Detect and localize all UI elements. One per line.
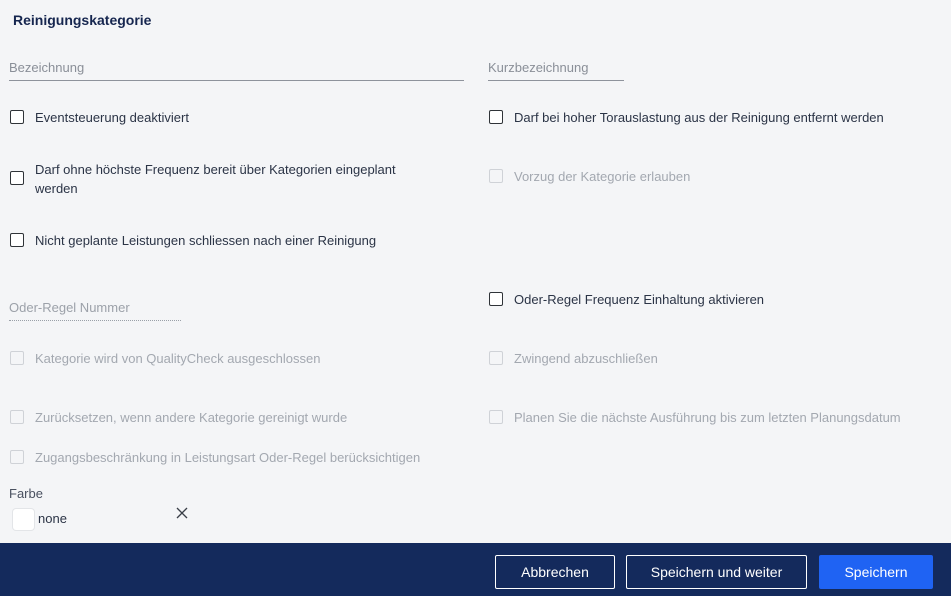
- checkbox-box[interactable]: [489, 292, 503, 306]
- color-swatch[interactable]: [13, 509, 34, 530]
- color-label: Farbe: [9, 486, 43, 501]
- kurzbezeichnung-field[interactable]: Kurzbezeichnung: [488, 60, 624, 81]
- save-button[interactable]: Speichern: [819, 555, 933, 589]
- checkbox-box[interactable]: [10, 450, 24, 464]
- checkbox-box[interactable]: [10, 171, 24, 185]
- qualitycheck-checkbox[interactable]: Kategorie wird von QualityCheck ausgesch…: [10, 349, 320, 368]
- checkbox-label: Planen Sie die nächste Ausführung bis zu…: [514, 410, 901, 425]
- checkbox-box[interactable]: [10, 110, 24, 124]
- form-title: Reinigungskategorie: [13, 12, 152, 28]
- cancel-button[interactable]: Abbrechen: [495, 555, 615, 589]
- checkbox-box[interactable]: [10, 351, 24, 365]
- checkbox-label: Eventsteuerung deaktiviert: [35, 110, 189, 125]
- checkbox-label: Kategorie wird von QualityCheck ausgesch…: [35, 351, 321, 366]
- vorzug-checkbox[interactable]: Vorzug der Kategorie erlauben: [489, 167, 690, 186]
- checkbox-label: Nicht geplante Leistungen schliessen nac…: [35, 233, 377, 248]
- oder-regel-nummer-field[interactable]: Oder-Regel Nummer: [9, 300, 181, 321]
- bezeichnung-field[interactable]: Bezeichnung: [9, 60, 464, 81]
- checkbox-box[interactable]: [489, 110, 503, 124]
- eventsteuerung-checkbox[interactable]: Eventsteuerung deaktiviert: [10, 108, 189, 127]
- checkbox-box[interactable]: [489, 351, 503, 365]
- nicht-geplante-checkbox[interactable]: Nicht geplante Leistungen schliessen nac…: [10, 231, 376, 250]
- oder-regel-frequenz-checkbox[interactable]: Oder-Regel Frequenz Einhaltung aktiviere…: [489, 290, 764, 309]
- color-value: none: [38, 511, 67, 526]
- bezeichnung-placeholder: Bezeichnung: [9, 60, 85, 75]
- checkbox-label: Zurücksetzen, wenn andere Kategorie gere…: [35, 410, 348, 425]
- checkbox-label: Darf ohne höchste Frequenz bereit über K…: [35, 162, 396, 196]
- save-continue-button[interactable]: Speichern und weiter: [626, 555, 807, 589]
- checkbox-box[interactable]: [10, 410, 24, 424]
- zugangsbeschraenkung-checkbox[interactable]: Zugangsbeschränkung in Leistungsart Oder…: [10, 448, 420, 467]
- zwingend-checkbox[interactable]: Zwingend abzuschließen: [489, 349, 658, 368]
- checkbox-label: Oder-Regel Frequenz Einhaltung aktiviere…: [514, 292, 765, 307]
- footer-bar: Abbrechen Speichern und weiter Speichern: [0, 543, 951, 596]
- checkbox-label: Zugangsbeschränkung in Leistungsart Oder…: [35, 450, 421, 465]
- zuruecksetzen-checkbox[interactable]: Zurücksetzen, wenn andere Kategorie gere…: [10, 408, 347, 427]
- ohne-frequenz-checkbox[interactable]: Darf ohne höchste Frequenz bereit über K…: [10, 160, 430, 198]
- kurzbezeichnung-placeholder: Kurzbezeichnung: [488, 60, 589, 75]
- checkbox-box[interactable]: [489, 169, 503, 183]
- checkbox-label: Darf bei hoher Torauslastung aus der Rei…: [514, 110, 884, 125]
- planen-checkbox[interactable]: Planen Sie die nächste Ausführung bis zu…: [489, 408, 901, 427]
- torauslastung-checkbox[interactable]: Darf bei hoher Torauslastung aus der Rei…: [489, 108, 884, 127]
- close-icon[interactable]: [175, 506, 189, 520]
- checkbox-box[interactable]: [489, 410, 503, 424]
- checkbox-label: Vorzug der Kategorie erlauben: [514, 169, 691, 184]
- checkbox-box[interactable]: [10, 233, 24, 247]
- checkbox-label: Zwingend abzuschließen: [514, 351, 658, 366]
- oder-regel-nummer-placeholder: Oder-Regel Nummer: [9, 300, 130, 315]
